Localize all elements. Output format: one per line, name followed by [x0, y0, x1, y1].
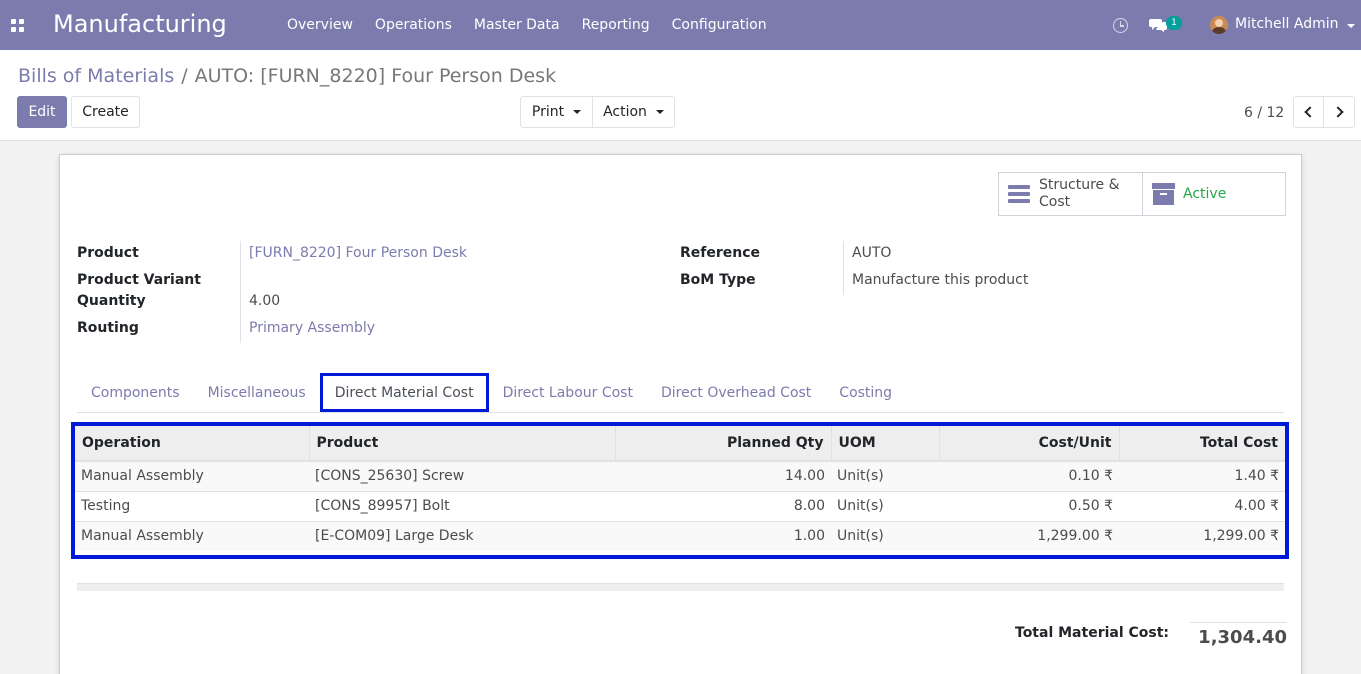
breadcrumb-separator: / — [181, 65, 188, 87]
product-link[interactable]: [FURN_8220] Four Person Desk — [249, 243, 467, 264]
print-label: Print — [531, 104, 565, 120]
notebook-tabs: Components Miscellaneous Direct Material… — [77, 373, 1284, 413]
bars-icon — [1008, 183, 1031, 205]
user-menu-caret-icon[interactable] — [1347, 24, 1355, 28]
cell-uom: Unit(s) — [831, 460, 939, 491]
tab-direct-material-cost[interactable]: Direct Material Cost — [319, 373, 489, 412]
tab-direct-labour-cost[interactable]: Direct Labour Cost — [489, 373, 647, 412]
menu-reporting[interactable]: Reporting — [571, 0, 661, 50]
active-label: Active — [1183, 185, 1227, 202]
cell-operation: Manual Assembly — [75, 460, 309, 491]
cell-operation: Manual Assembly — [75, 520, 309, 551]
cell-planned-qty: 8.00 — [615, 490, 831, 521]
cell-operation: Testing — [75, 490, 309, 521]
cell-product: [E-COM09] Large Desk — [309, 520, 615, 551]
table-row[interactable]: Testing [CONS_89957] Bolt 8.00 Unit(s) 0… — [75, 490, 1285, 521]
table-header-row: Operation Product Planned Qty UOM Cost/U… — [75, 426, 1285, 462]
tab-direct-overhead-cost[interactable]: Direct Overhead Cost — [647, 373, 825, 412]
quantity-label: Quantity — [77, 293, 146, 309]
cell-planned-qty: 1.00 — [615, 520, 831, 551]
table-row[interactable]: Manual Assembly [E-COM09] Large Desk 1.0… — [75, 520, 1285, 551]
chevron-left-icon — [1304, 106, 1316, 118]
product-variant-label: Product Variant — [77, 272, 201, 288]
cell-cost-unit: 0.10 ₹ — [939, 460, 1119, 491]
caret-down-icon — [573, 110, 582, 114]
column-header-product[interactable]: Product — [309, 426, 616, 462]
pager-value[interactable]: 6 / 12 — [1244, 105, 1284, 121]
routing-label: Routing — [77, 320, 139, 336]
action-label: Action — [603, 104, 647, 120]
cell-total-cost: 4.00 ₹ — [1119, 490, 1285, 521]
cell-product: [CONS_89957] Bolt — [309, 490, 615, 521]
archive-icon — [1152, 183, 1175, 205]
cell-uom: Unit(s) — [831, 520, 939, 551]
cell-product: [CONS_25630] Screw — [309, 460, 615, 491]
material-cost-table-highlight: Operation Product Planned Qty UOM Cost/U… — [71, 422, 1289, 559]
menu-configuration[interactable]: Configuration — [661, 0, 778, 50]
main-menu: Overview Operations Master Data Reportin… — [276, 0, 778, 50]
column-header-operation[interactable]: Operation — [75, 426, 310, 462]
action-dropdown[interactable]: Action — [592, 96, 675, 128]
cell-total-cost: 1,299.00 ₹ — [1119, 520, 1285, 551]
print-dropdown[interactable]: Print — [520, 96, 593, 128]
menu-master-data[interactable]: Master Data — [463, 0, 571, 50]
create-button[interactable]: Create — [71, 96, 140, 128]
active-toggle-button[interactable]: Active — [1142, 173, 1285, 215]
column-header-total-cost[interactable]: Total Cost — [1119, 426, 1285, 462]
chevron-right-icon — [1331, 106, 1344, 118]
smart-button-box: Structure & Cost Active — [998, 172, 1286, 216]
cell-cost-unit: 1,299.00 ₹ — [939, 520, 1119, 551]
table-row[interactable]: Manual Assembly [CONS_25630] Screw 14.00… — [75, 460, 1285, 491]
bom-type-label: BoM Type — [680, 272, 756, 288]
cell-planned-qty: 14.00 — [615, 460, 831, 491]
activity-clock-icon[interactable] — [1113, 18, 1128, 33]
user-menu[interactable]: Mitchell Admin — [1235, 16, 1339, 32]
structure-cost-label: Structure & Cost — [1039, 177, 1120, 210]
table-footer-bar — [77, 583, 1284, 591]
pager-next-button[interactable] — [1323, 96, 1355, 128]
tab-miscellaneous[interactable]: Miscellaneous — [194, 373, 320, 412]
tab-components[interactable]: Components — [77, 373, 194, 412]
breadcrumb-bom-link[interactable]: Bills of Materials — [18, 65, 174, 87]
top-navbar: Manufacturing Overview Operations Master… — [0, 0, 1361, 50]
menu-overview[interactable]: Overview — [276, 0, 364, 50]
cell-cost-unit: 0.50 ₹ — [939, 490, 1119, 521]
app-title[interactable]: Manufacturing — [53, 10, 227, 38]
routing-link[interactable]: Primary Assembly — [249, 318, 375, 339]
field-divider — [843, 241, 844, 295]
field-divider — [240, 241, 241, 343]
breadcrumb-current: AUTO: [FURN_8220] Four Person Desk — [194, 65, 557, 87]
column-header-cost-unit[interactable]: Cost/Unit — [939, 426, 1120, 462]
control-panel: Bills of Materials / AUTO: [FURN_8220] F… — [0, 50, 1361, 141]
tab-costing[interactable]: Costing — [825, 373, 906, 412]
structure-cost-button[interactable]: Structure & Cost — [999, 173, 1142, 215]
column-header-uom[interactable]: UOM — [831, 426, 940, 462]
cell-total-cost: 1.40 ₹ — [1119, 460, 1285, 491]
breadcrumb: Bills of Materials / AUTO: [FURN_8220] F… — [18, 65, 556, 87]
reference-label: Reference — [680, 245, 761, 261]
messaging-icon[interactable] — [1149, 17, 1167, 33]
edit-button[interactable]: Edit — [17, 96, 67, 128]
caret-down-icon — [655, 110, 664, 114]
reference-value[interactable]: AUTO — [852, 243, 891, 264]
quantity-value[interactable]: 4.00 — [249, 291, 280, 312]
apps-menu-icon[interactable] — [11, 19, 24, 32]
bom-type-value[interactable]: Manufacture this product — [852, 270, 1028, 291]
message-count-badge: 1 — [1166, 16, 1182, 30]
total-material-cost-value: 1,304.40 — [1190, 622, 1287, 648]
product-label: Product — [77, 245, 139, 261]
pager-previous-button[interactable] — [1293, 96, 1324, 128]
form-sheet: Structure & Cost Active Product [FURN_82… — [59, 154, 1302, 674]
cell-uom: Unit(s) — [831, 490, 939, 521]
user-avatar[interactable] — [1210, 16, 1228, 34]
material-cost-table: Operation Product Planned Qty UOM Cost/U… — [75, 426, 1285, 551]
column-header-planned-qty[interactable]: Planned Qty — [615, 426, 832, 462]
total-material-cost-label: Total Material Cost: — [1015, 625, 1170, 641]
menu-operations[interactable]: Operations — [364, 0, 463, 50]
